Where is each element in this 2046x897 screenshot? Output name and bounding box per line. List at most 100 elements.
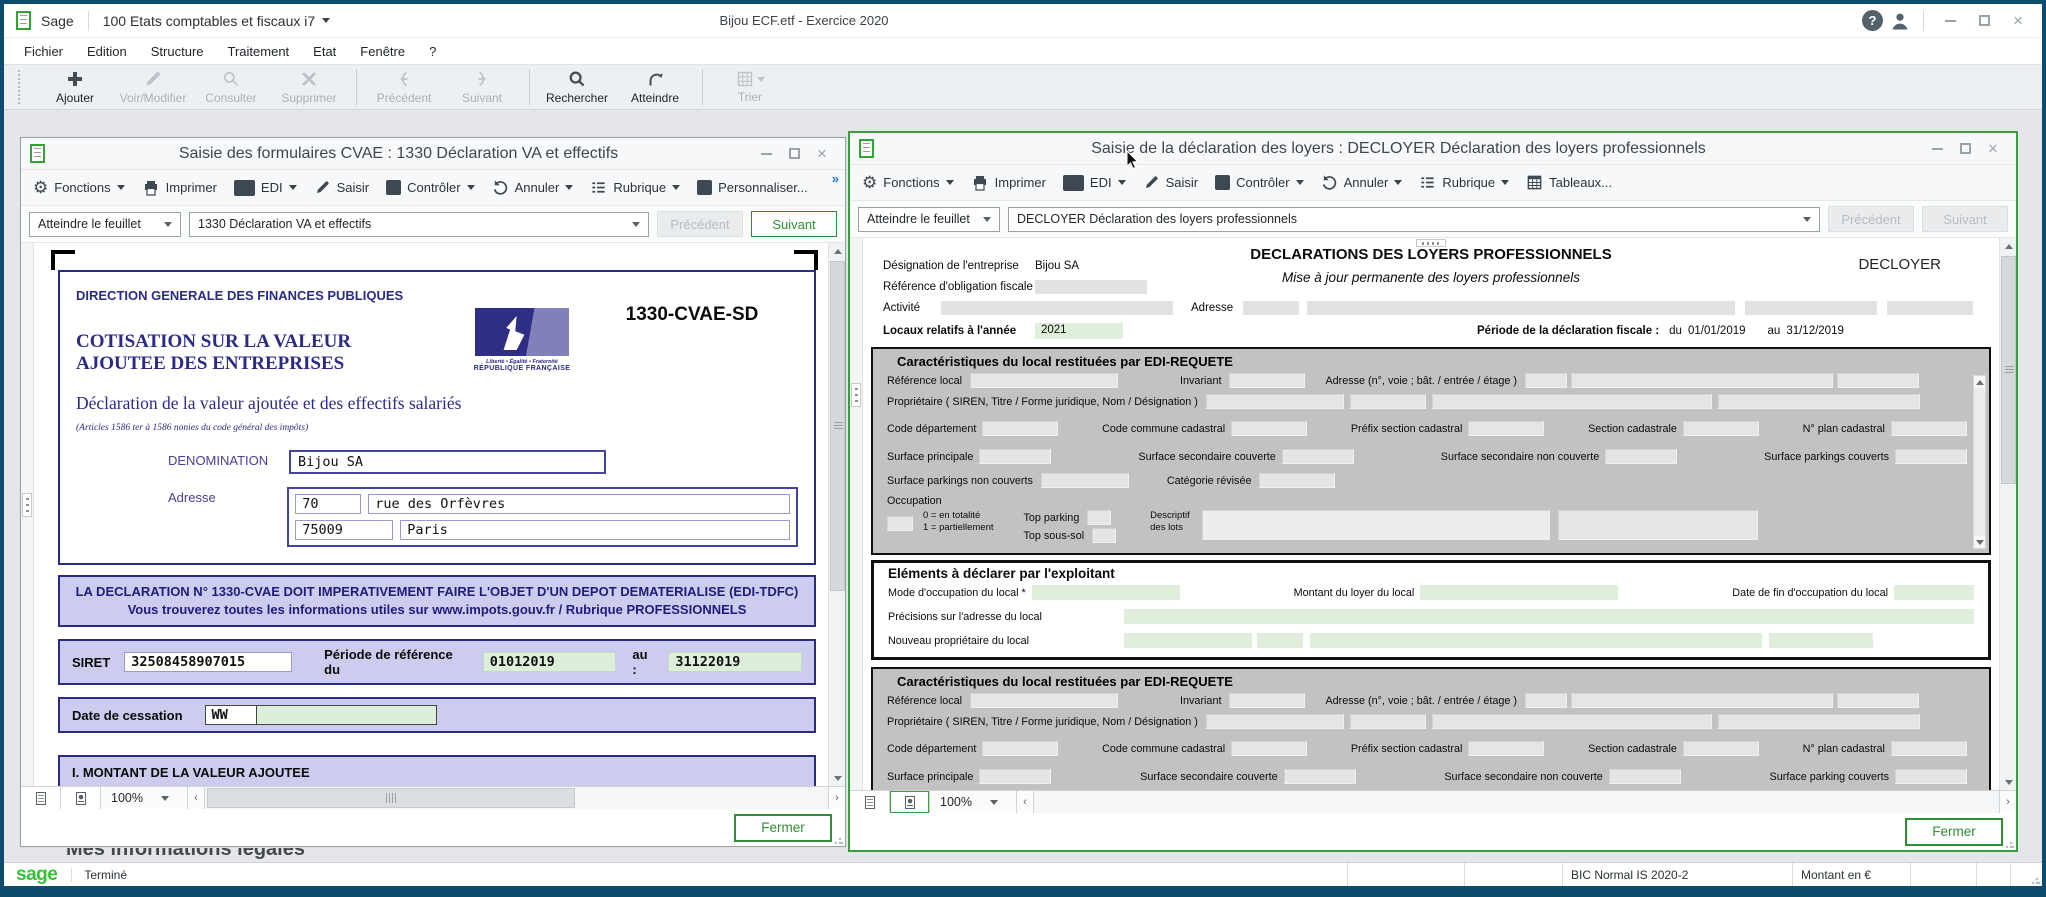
personnaliser-button[interactable]: Personnaliser...: [697, 180, 808, 195]
minimize-button[interactable]: [1923, 137, 1951, 161]
goto-sheet-select[interactable]: Atteindre le feuillet: [29, 212, 181, 237]
proprietaire-designation-field[interactable]: [1718, 714, 1920, 729]
adresse-etage-field[interactable]: [1837, 693, 1919, 708]
scrollbar-thumb[interactable]: [830, 261, 845, 591]
fonctions-menu[interactable]: ⚙Fonctions: [33, 179, 125, 196]
precisions-adresse-field[interactable]: [1124, 609, 1974, 624]
scrollbar-thumb[interactable]: [207, 788, 575, 808]
toolbar-drag-handle[interactable]: [18, 70, 20, 104]
proprietaire-designation-field[interactable]: [1718, 394, 1920, 409]
scroll-down-icon[interactable]: [2000, 774, 2016, 790]
next-sheet-button[interactable]: Suivant: [1922, 206, 2008, 232]
user-icon[interactable]: [1889, 10, 1911, 32]
nouveau-prop-siren-field[interactable]: [1124, 633, 1252, 648]
rubrique-menu[interactable]: Rubrique: [590, 179, 680, 196]
surface-sec-non-couverte-field[interactable]: [1605, 449, 1677, 464]
minimize-button[interactable]: [1936, 9, 1964, 33]
surface-principale-field[interactable]: [979, 769, 1051, 784]
menu-traitement[interactable]: Traitement: [216, 44, 302, 59]
vertical-scrollbar[interactable]: [828, 243, 845, 786]
adresse-cp-field[interactable]: [1745, 301, 1877, 315]
code-commune-field[interactable]: [1231, 421, 1307, 436]
rubrique-menu[interactable]: Rubrique: [1419, 174, 1509, 191]
resize-grip[interactable]: [2005, 839, 2014, 848]
ref-obligation-field[interactable]: [1035, 280, 1147, 294]
adresse-etage-field[interactable]: [1837, 373, 1919, 388]
top-sous-sol-field[interactable]: [1092, 528, 1116, 543]
menu-fenetre[interactable]: Fenêtre: [348, 44, 417, 59]
scroll-down-icon[interactable]: [1974, 536, 1985, 548]
page-view-button[interactable]: [21, 787, 61, 809]
sheet-select[interactable]: 1330 Déclaration VA et effectifs: [189, 212, 649, 237]
menu-structure[interactable]: Structure: [139, 44, 216, 59]
proprietaire-nom-field[interactable]: [1432, 394, 1712, 409]
splitter-handle[interactable]: [1416, 239, 1446, 247]
edit-button[interactable]: Voir/Modifier: [114, 65, 192, 109]
code-commune-field[interactable]: [1231, 741, 1307, 756]
denomination-field[interactable]: Bijou SA: [289, 450, 606, 474]
montant-loyer-field[interactable]: [1420, 585, 1618, 600]
help-icon[interactable]: ?: [1862, 10, 1883, 31]
edi-menu[interactable]: EDIEDI: [1063, 175, 1126, 191]
goto-button[interactable]: Atteindre: [616, 65, 694, 109]
surface-principale-field[interactable]: [979, 449, 1051, 464]
horizontal-scrollbar[interactable]: ‹ ›: [1016, 791, 2016, 813]
scroll-down-icon[interactable]: [829, 770, 845, 786]
menu-aide[interactable]: ?: [417, 44, 448, 59]
annuler-menu[interactable]: Annuler: [492, 179, 574, 196]
form-view-button[interactable]: [61, 787, 101, 809]
panel-expand-handle[interactable]: [851, 383, 861, 407]
code-dept-field[interactable]: [982, 741, 1058, 756]
delete-button[interactable]: Supprimer: [270, 65, 348, 109]
next-button[interactable]: Suivant: [443, 65, 521, 109]
nouveau-prop-designation-field[interactable]: [1769, 633, 1873, 648]
zoom-select[interactable]: 100%: [101, 787, 187, 809]
imprimer-button[interactable]: Imprimer: [971, 174, 1046, 192]
panel-expand-handle[interactable]: [22, 493, 32, 517]
ref-local-field[interactable]: [970, 693, 1118, 708]
horizontal-scrollbar[interactable]: ‹ ›: [187, 787, 845, 809]
mode-occupation-field[interactable]: [1032, 585, 1180, 600]
toolbar-overflow-icon[interactable]: »: [832, 171, 839, 186]
siret-field[interactable]: 32508458907015: [124, 652, 292, 672]
street-number-field[interactable]: 70: [295, 494, 361, 514]
adresse-num-field[interactable]: [1243, 301, 1299, 315]
surface-sec-couverte-field[interactable]: [1284, 769, 1356, 784]
menu-edition[interactable]: Edition: [75, 44, 139, 59]
edi-menu[interactable]: EDIEDI: [234, 180, 297, 196]
categorie-revisee-field[interactable]: [1259, 473, 1335, 488]
periode-to-field[interactable]: 31122019: [668, 652, 802, 672]
previous-sheet-button[interactable]: Précédent: [1828, 206, 1914, 232]
sort-button[interactable]: Trier: [711, 65, 789, 109]
code-dept-field[interactable]: [982, 421, 1058, 436]
cessation-code-field[interactable]: WW: [205, 705, 257, 725]
close-button[interactable]: ×: [1979, 137, 2007, 161]
proprietaire-siren-field[interactable]: [1206, 394, 1344, 409]
adresse-voie-field[interactable]: [1571, 373, 1833, 388]
imprimer-button[interactable]: Imprimer: [142, 179, 217, 197]
descriptif-lots-field-1[interactable]: [1202, 510, 1550, 540]
tableaux-button[interactable]: Tableaux...: [1526, 174, 1612, 191]
annuler-menu[interactable]: Annuler: [1321, 174, 1403, 191]
close-button[interactable]: ×: [2004, 9, 2032, 33]
section-scrollbar[interactable]: [1973, 375, 1986, 549]
proprietaire-titre-field[interactable]: [1350, 714, 1426, 729]
prefix-section-field[interactable]: [1468, 741, 1544, 756]
adresse-num-field[interactable]: [1525, 693, 1567, 708]
maximize-button[interactable]: [1951, 137, 1979, 161]
scroll-left-icon[interactable]: ‹: [188, 787, 205, 809]
scroll-up-icon[interactable]: [829, 243, 845, 259]
scroll-right-icon[interactable]: ›: [828, 787, 845, 809]
scroll-left-icon[interactable]: ‹: [1017, 791, 1034, 813]
menu-fichier[interactable]: Fichier: [12, 44, 75, 59]
consult-button[interactable]: Consulter: [192, 65, 270, 109]
adresse-ville-field[interactable]: [1887, 301, 1973, 315]
controler-menu[interactable]: Contrôler: [386, 180, 474, 195]
plan-cadastral-field[interactable]: [1891, 421, 1967, 436]
date-fin-occupation-field[interactable]: [1894, 585, 1974, 600]
section-cadastrale-field[interactable]: [1683, 421, 1759, 436]
plan-cadastral-field[interactable]: [1891, 741, 1967, 756]
adresse-voie-field[interactable]: [1571, 693, 1833, 708]
fermer-button[interactable]: Fermer: [1906, 819, 2002, 845]
resize-grip[interactable]: [2031, 875, 2040, 884]
